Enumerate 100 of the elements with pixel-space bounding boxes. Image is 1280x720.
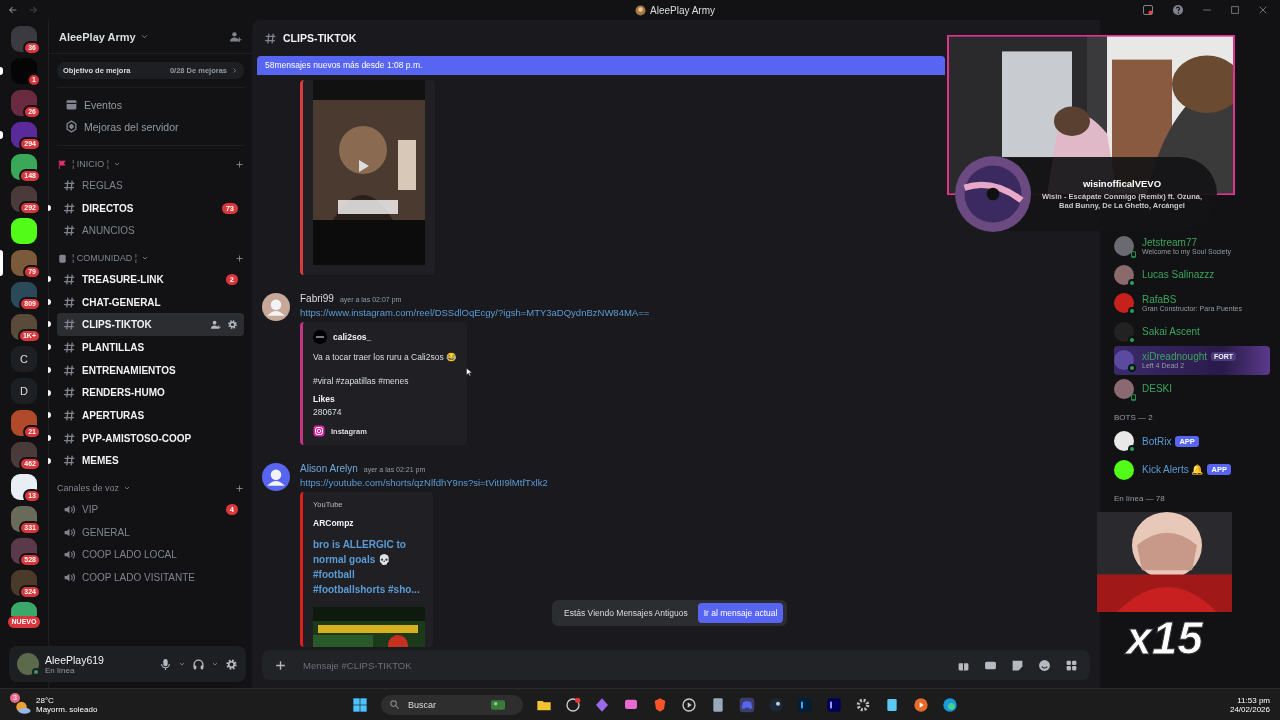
chevron-down-icon[interactable] bbox=[178, 660, 186, 668]
emoji-icon[interactable] bbox=[1038, 658, 1051, 672]
member-group-header: En línea — 78 bbox=[1114, 494, 1166, 503]
member-name: Kick Alerts 🔔 bbox=[1142, 464, 1204, 476]
hash-icon bbox=[63, 386, 76, 400]
server-name[interactable]: AleePlay Army bbox=[59, 30, 136, 43]
server-icon bbox=[635, 4, 646, 16]
category-name[interactable]: ¦ COMUNIDAD ¦ bbox=[72, 253, 138, 264]
user-avatar-icon[interactable] bbox=[262, 293, 290, 321]
message-input[interactable]: Mensaje #CLIPS-TIKTOK bbox=[301, 658, 943, 672]
mouse-cursor-icon bbox=[465, 366, 474, 378]
weather-text: Mayorm. soleado bbox=[36, 704, 98, 714]
close-icon[interactable] bbox=[1258, 5, 1268, 15]
channel-item[interactable]: GENERAL bbox=[57, 520, 244, 544]
settings-icon[interactable] bbox=[227, 319, 238, 331]
settings-icon[interactable] bbox=[225, 657, 238, 671]
toast-text: Estás Viendo Mensajes Antiguos bbox=[564, 608, 688, 618]
member-avatar bbox=[1114, 459, 1134, 480]
taskbar-search[interactable]: Buscar bbox=[380, 694, 523, 715]
combo-counter: x15 bbox=[1126, 612, 1203, 664]
clock[interactable]: 11:53 pm 24/02/2026 bbox=[1229, 695, 1270, 714]
channel-item[interactable]: CHAT-GENERAL bbox=[57, 290, 244, 314]
hash-icon bbox=[63, 409, 76, 423]
author-name[interactable]: Fabri99 bbox=[300, 293, 334, 304]
plus-icon[interactable] bbox=[235, 483, 244, 493]
settings-icon[interactable] bbox=[854, 696, 871, 713]
channel-item[interactable]: COOP LADO LOCAL bbox=[57, 543, 244, 567]
channel-item[interactable]: COOP LADO VISITANTE bbox=[57, 566, 244, 589]
online-status-icon bbox=[32, 668, 40, 676]
plus-icon[interactable] bbox=[274, 658, 287, 672]
embed-author[interactable]: cali2sos_ bbox=[333, 332, 372, 342]
temperature: 28°C bbox=[36, 695, 55, 705]
search-icon bbox=[388, 699, 400, 710]
headphones-icon[interactable] bbox=[192, 657, 205, 671]
sidebar-link[interactable]: Mejoras del servidor bbox=[65, 120, 236, 133]
user-avatar-icon[interactable] bbox=[262, 463, 290, 491]
new-messages-banner[interactable]: 58mensajes nuevos más desde 1:08 p.m. bbox=[257, 56, 945, 75]
user-avatar[interactable] bbox=[17, 653, 39, 675]
channel-title: CLIPS-TIKTOK bbox=[283, 32, 357, 44]
time-text: 11:53 pm bbox=[1237, 695, 1270, 705]
folder-icon bbox=[57, 252, 68, 264]
member-item[interactable]: Sakai Ascent bbox=[1114, 317, 1270, 346]
maximize-icon[interactable] bbox=[1230, 5, 1240, 15]
embed-hashtags: #viral #zapatillas #menes bbox=[313, 376, 410, 386]
embed-title[interactable]: bro is ALLERGIC to normal goals 💀 #football #footballshorts #sho... bbox=[313, 537, 423, 597]
channel-item[interactable]: PLANTILLAS bbox=[57, 336, 244, 359]
back-arrow-icon[interactable] bbox=[8, 5, 18, 15]
media-player-icon[interactable] bbox=[912, 696, 929, 713]
message-field[interactable]: Mensaje #CLIPS-TIKTOK bbox=[262, 650, 1090, 680]
start-icon[interactable] bbox=[351, 696, 368, 713]
diamond-icon[interactable] bbox=[593, 696, 610, 713]
calendar-icon bbox=[65, 98, 78, 111]
add-person-icon[interactable] bbox=[210, 319, 221, 331]
inbox-icon[interactable] bbox=[1142, 4, 1154, 16]
member-item[interactable]: Lucas Salinazzz bbox=[1114, 260, 1270, 289]
play-icon[interactable] bbox=[680, 696, 697, 713]
hash-icon bbox=[63, 295, 76, 309]
chevron-down-icon bbox=[113, 160, 122, 168]
username: AleePlay619 bbox=[45, 653, 104, 666]
message-link[interactable]: https://youtube.com/shorts/qzNlfdhY9ns?si=tVitII9lMtfTxlk2 bbox=[300, 477, 548, 488]
apps-icon[interactable] bbox=[1065, 658, 1078, 672]
channel-item[interactable]: RENDERS-HUMO bbox=[57, 381, 244, 405]
microphone-icon[interactable] bbox=[159, 657, 172, 671]
message-link[interactable]: https://www.instagram.com/reel/DSSdlOqEcgy/?igsh=MTY3aDQydnBzNW84MA== bbox=[300, 307, 650, 318]
chevron-down-icon[interactable] bbox=[211, 660, 219, 668]
member-item[interactable]: DESKI bbox=[1114, 374, 1270, 403]
plus-icon[interactable] bbox=[235, 159, 244, 169]
instagram-icon bbox=[313, 425, 325, 437]
member-name: Jetstream77 bbox=[1142, 237, 1198, 249]
hash-icon bbox=[63, 224, 76, 238]
account-avatar-icon bbox=[313, 330, 327, 344]
embed-description: Va a tocar traer los ruru a Cali2sos 😂 bbox=[313, 352, 458, 362]
add-person-icon[interactable] bbox=[229, 30, 242, 43]
sidebar-link[interactable]: Eventos bbox=[65, 98, 236, 111]
channel-item[interactable]: ENTRENAMIENTOS bbox=[57, 358, 244, 382]
now-playing-channel: wisinofficalVEVO bbox=[1081, 178, 1163, 189]
jump-to-present-button[interactable]: Ir al mensaje actual bbox=[697, 603, 784, 623]
chevron-right-icon bbox=[231, 67, 238, 74]
category-name[interactable]: ¦ INICIO ¦ bbox=[72, 159, 110, 169]
server-header[interactable]: AleePlay Army bbox=[49, 20, 252, 54]
category-name[interactable]: Canales de voz bbox=[57, 483, 120, 494]
author-name[interactable]: Alison Arelyn bbox=[300, 463, 358, 474]
flag-icon bbox=[57, 158, 68, 170]
plus-icon[interactable] bbox=[235, 253, 244, 263]
channel-item[interactable]: PVP-AMISTOSO-COOP bbox=[57, 426, 244, 450]
member-name: Lucas Salinazzz bbox=[1142, 269, 1215, 281]
chevron-down-icon[interactable] bbox=[139, 32, 149, 41]
hash-icon bbox=[264, 31, 277, 45]
embed-author[interactable]: ARCompz bbox=[313, 518, 423, 528]
member-group-header: BOTS — 2 bbox=[1114, 413, 1154, 422]
channel-item[interactable]: REGLAS bbox=[57, 174, 244, 197]
member-name: xiDreadnought bbox=[1142, 351, 1208, 363]
hash-icon bbox=[63, 318, 76, 332]
channel-item[interactable]: MEMES bbox=[57, 449, 244, 473]
hash-icon bbox=[63, 201, 76, 215]
channel-item[interactable]: ANUNCIOS bbox=[57, 219, 244, 243]
help-icon[interactable] bbox=[1172, 4, 1184, 16]
browser-icon[interactable] bbox=[564, 696, 581, 713]
channel-item[interactable]: APERTURAS bbox=[57, 404, 244, 427]
sticker-icon[interactable] bbox=[1011, 658, 1024, 672]
